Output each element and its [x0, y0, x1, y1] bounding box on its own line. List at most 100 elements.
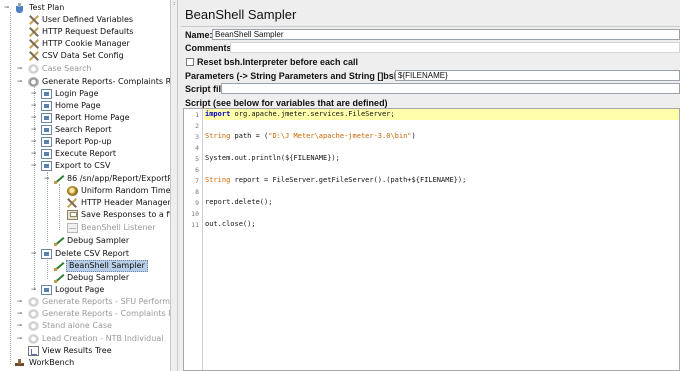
collapse-handle-icon[interactable]: ⊸	[43, 175, 50, 182]
code-text: )	[411, 132, 416, 140]
tree-item-test-plan[interactable]: ⊸ Test Plan	[0, 2, 170, 14]
line-number: 8	[195, 188, 199, 196]
tree-item-report-pop-up[interactable]: ⊸ Report Pop-up	[0, 136, 170, 148]
expand-handle-icon[interactable]: ⊸	[30, 90, 37, 97]
tree-item-stand-alone-case[interactable]: ⊸ Stand alone Case	[0, 320, 170, 332]
expand-handle-icon[interactable]: ⊸	[30, 102, 37, 109]
expand-handle-icon[interactable]: ⊸	[30, 114, 37, 121]
tree-item-debug-sampler[interactable]: Debug Sampler	[0, 235, 170, 247]
tree-item-label: Search Report	[55, 125, 112, 134]
controller-icon	[41, 125, 52, 135]
tree-item-label: Debug Sampler	[67, 236, 130, 245]
tree-item-label-selected: BeanShell Sampler	[66, 260, 148, 272]
tree-item-label: HTTP Cookie Manager	[42, 39, 130, 48]
line-number: 2	[195, 122, 199, 130]
tree-item-export-request[interactable]: ⊸ 86 /sn/app/Report/ExportRep	[0, 173, 170, 185]
parameters-label: Parameters (-> String Parameters and Str…	[185, 71, 424, 81]
sampler-pen-icon	[54, 236, 65, 246]
tree-item-view-results-tree[interactable]: View Results Tree	[0, 345, 170, 357]
tree-item-label: Delete CSV Report	[55, 249, 130, 258]
line-number: 4	[195, 144, 199, 152]
tree-item-report-home-page[interactable]: ⊸ Report Home Page	[0, 112, 170, 124]
controller-icon	[41, 161, 52, 171]
config-cross-icon	[28, 15, 39, 25]
tree-item-label: User Defined Variables	[42, 15, 134, 24]
reset-interpreter-label: Reset bsh.Interpreter before each call	[197, 57, 359, 67]
script-file-field[interactable]	[221, 83, 680, 94]
line-number: 1	[195, 111, 199, 119]
splitter-arrows-icon[interactable]	[173, 2, 176, 5]
script-editor[interactable]: 1 2 3 4 5 6 7 8 9 10 11 import org.apach…	[183, 108, 680, 371]
code-line-7: String report = FileServer.getFileServer…	[205, 176, 466, 184]
tree-item-debug-sampler[interactable]: Debug Sampler	[0, 272, 170, 284]
thread-group-gear-icon	[28, 64, 39, 74]
collapse-handle-icon[interactable]: ⊸	[3, 4, 10, 11]
line-number: 5	[195, 155, 199, 163]
expand-handle-icon[interactable]: ⊸	[30, 150, 37, 157]
expand-handle-icon[interactable]: ⊸	[16, 310, 23, 317]
expand-handle-icon[interactable]: ⊸	[16, 335, 23, 342]
expand-handle-icon[interactable]: ⊸	[30, 126, 37, 133]
tree-item-label: Report Home Page	[55, 113, 130, 122]
tree-item-user-defined-variables[interactable]: User Defined Variables	[0, 14, 170, 26]
parameters-field[interactable]: ${FILENAME}	[395, 70, 680, 81]
controller-icon	[41, 101, 52, 111]
expand-handle-icon[interactable]: ⊸	[16, 65, 23, 72]
tree-item-beanshell-sampler[interactable]: BeanShell Sampler	[0, 260, 170, 272]
tree-item-label: Test Plan	[29, 3, 65, 12]
tree-item-label: HTTP Header Manager	[81, 198, 170, 207]
tree-item-label: Generate Reports - Complaints Res	[42, 309, 170, 318]
sampler-pen-icon	[54, 261, 65, 271]
listener-icon	[67, 223, 78, 233]
code-type: String	[205, 132, 231, 140]
tree-item-execute-report[interactable]: ⊸ Execute Report	[0, 148, 170, 160]
expand-handle-icon[interactable]: ⊸	[30, 286, 37, 293]
reset-interpreter-checkbox[interactable]	[186, 58, 194, 66]
tree-item-http-header-manager[interactable]: HTTP Header Manager	[0, 197, 170, 209]
expand-handle-icon[interactable]: ⊸	[16, 298, 23, 305]
tree-item-generate-reports-complaints-2[interactable]: ⊸ Generate Reports - Complaints Res	[0, 308, 170, 320]
tree-item-logout-page[interactable]: ⊸ Logout Page	[0, 284, 170, 296]
split-pane-divider[interactable]	[170, 0, 178, 371]
tree-item-label: HTTP Request Defaults	[42, 27, 134, 36]
tree-item-export-to-csv[interactable]: ⊸ Export to CSV	[0, 160, 170, 172]
tree-item-label: Lead Creation - NTB Individual	[42, 334, 164, 343]
line-number: 9	[195, 199, 199, 207]
tree-item-csv-data-set-config[interactable]: CSV Data Set Config	[0, 50, 170, 62]
collapse-handle-icon[interactable]: ⊸	[30, 250, 37, 257]
tree-item-workbench[interactable]: WorkBench	[0, 357, 170, 369]
tree-item-http-request-defaults[interactable]: HTTP Request Defaults	[0, 26, 170, 38]
tree-item-save-responses[interactable]: Save Responses to a file	[0, 209, 170, 221]
tree-item-http-cookie-manager[interactable]: HTTP Cookie Manager	[0, 38, 170, 50]
timer-icon	[67, 186, 78, 196]
tree-item-label: Stand alone Case	[42, 321, 112, 330]
page-title: BeanShell Sampler	[185, 7, 297, 22]
name-field[interactable]: BeanShell Sampler	[212, 29, 680, 40]
tree-item-generate-reports-complaints[interactable]: ⊸ Generate Reports- Complaints Res	[0, 76, 170, 88]
tree-item-generate-reports-sfu[interactable]: ⊸ Generate Reports - SFU Performan	[0, 296, 170, 308]
tree-item-label: View Results Tree	[42, 346, 112, 355]
thread-group-gear-icon	[28, 297, 39, 307]
expand-handle-icon[interactable]: ⊸	[30, 138, 37, 145]
sampler-pen-icon	[54, 174, 65, 184]
tree-item-beanshell-listener[interactable]: BeanShell Listener	[0, 222, 170, 234]
thread-group-gear-icon	[28, 77, 39, 87]
thread-group-gear-icon	[28, 334, 39, 344]
tree-item-uniform-random-timer[interactable]: Uniform Random Timer	[0, 185, 170, 197]
tree-item-search-report[interactable]: ⊸ Search Report	[0, 124, 170, 136]
code-text: System.out.println(${FILENAME});	[205, 154, 340, 162]
tree-item-delete-csv-report[interactable]: ⊸ Delete CSV Report	[0, 248, 170, 260]
collapse-handle-icon[interactable]: ⊸	[16, 78, 23, 85]
controller-icon	[41, 137, 52, 147]
comments-field[interactable]	[230, 42, 680, 53]
collapse-handle-icon[interactable]: ⊸	[30, 162, 37, 169]
tree-item-case-search[interactable]: ⊸ Case Search	[0, 63, 170, 75]
tree-item-lead-creation[interactable]: ⊸ Lead Creation - NTB Individual	[0, 333, 170, 345]
controller-icon	[41, 89, 52, 99]
line-number: 10	[191, 210, 199, 218]
test-plan-tree[interactable]: ⊸ Test Plan User Defined Variables HTTP …	[0, 0, 170, 371]
tree-item-login-page[interactable]: ⊸ Login Page	[0, 88, 170, 100]
tree-item-home-page[interactable]: ⊸ Home Page	[0, 100, 170, 112]
title-divider	[181, 26, 680, 27]
expand-handle-icon[interactable]: ⊸	[16, 322, 23, 329]
